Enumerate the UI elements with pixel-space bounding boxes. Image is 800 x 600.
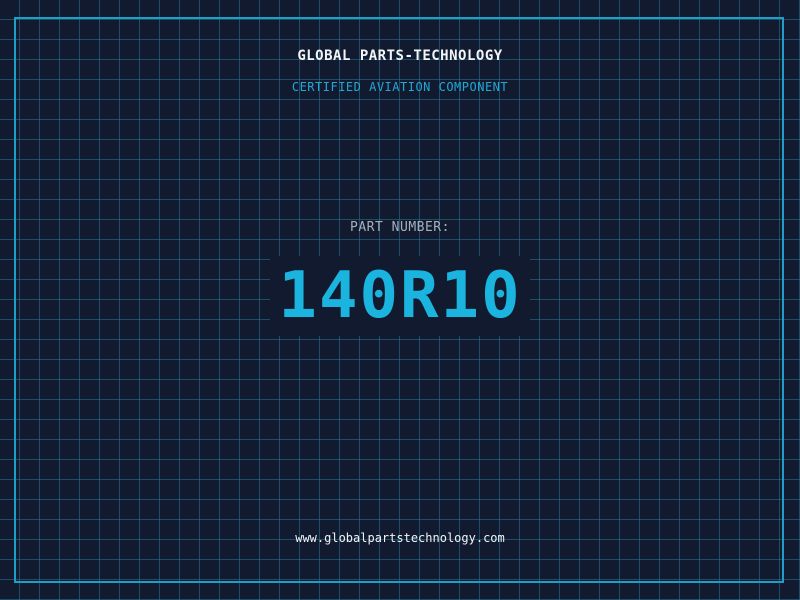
certification-tagline: CERTIFIED AVIATION COMPONENT [291,80,509,94]
part-number-label: PART NUMBER: [350,220,450,235]
part-number-container: 140R10 [0,256,800,336]
company-name: GLOBAL PARTS-TECHNOLOGY [297,48,503,64]
label-card: GLOBAL PARTS-TECHNOLOGY CERTIFIED AVIATI… [0,0,800,600]
website-url: www.globalpartstechnology.com [295,531,505,545]
part-number-value: 140R10 [270,256,530,336]
